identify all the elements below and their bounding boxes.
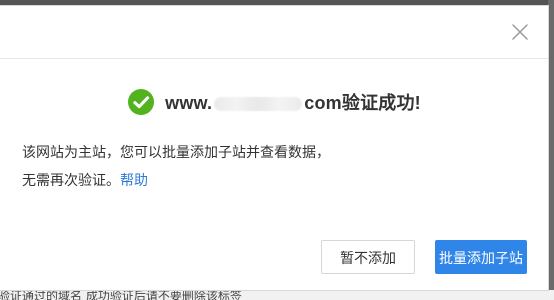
dialog-header [0,6,548,59]
domain-blurred [214,97,303,112]
message-line-2: 无需再次验证。帮助 [22,166,530,194]
dialog-footer: 暂不添加 批量添加子站 [0,238,548,278]
background-bottom-text: 验证通过的域名 成功验证后请不要删除该标签 [0,290,242,300]
message-line-2-text: 无需再次验证。 [22,172,120,188]
close-icon [512,24,528,40]
success-title: www. com验证成功! [165,89,421,115]
batch-add-subsites-button[interactable]: 批量添加子站 [435,240,527,274]
success-row: www. com验证成功! [0,88,548,120]
background-right-strip [548,0,554,292]
message-line-1: 该网站为主站，您可以批量添加子站并查看数据， [22,144,330,160]
help-link[interactable]: 帮助 [120,172,148,188]
close-button[interactable] [508,20,532,44]
skip-add-button[interactable]: 暂不添加 [321,240,415,274]
background-bottom-strip: 验证通过的域名 成功验证后请不要删除该标签 [0,290,554,300]
domain-suffix-and-status: com验证成功! [304,93,421,113]
dialog-message: 该网站为主站，您可以批量添加子站并查看数据， 无需再次验证。帮助 [22,138,530,194]
verification-success-dialog: www. com验证成功! 该网站为主站，您可以批量添加子站并查看数据， 无需再次… [0,6,548,290]
domain-prefix: www. [165,93,213,113]
check-circle-icon [128,89,155,115]
success-inner: www. com验证成功! [127,88,421,116]
